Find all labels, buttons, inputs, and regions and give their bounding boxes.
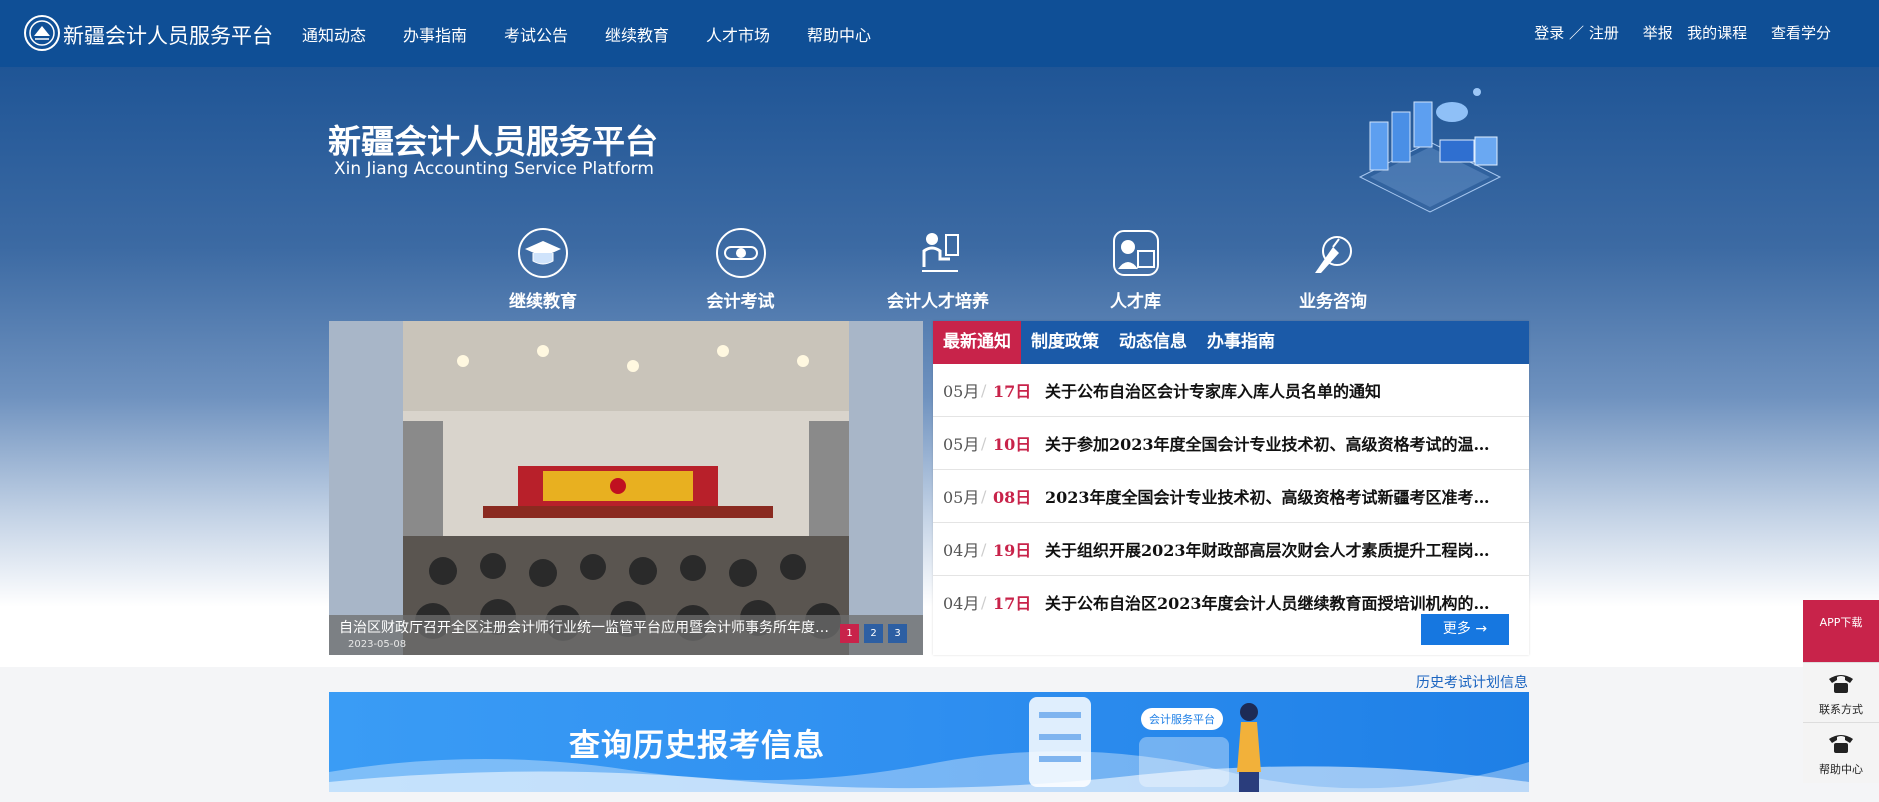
graduation-cap-icon (518, 228, 568, 278)
news-day: 08日 (993, 488, 1032, 507)
news-month: 05月 (943, 382, 980, 401)
date-separator: / (981, 592, 987, 612)
category-label: 业务咨询 (1299, 292, 1367, 312)
category-accounting-exam[interactable]: 会计考试 (676, 227, 806, 312)
tab-policies[interactable]: 制度政策 (1021, 321, 1109, 364)
help-center-label: 帮助中心 (1819, 763, 1863, 776)
data-center-illustration-icon (1358, 88, 1502, 213)
news-list: 05月 / 17日 关于公布自治区会计专家库入库人员名单的通知 05月 / 10… (933, 364, 1529, 628)
date-separator: / (981, 539, 987, 559)
my-courses-link[interactable]: 我的课程 (1687, 24, 1747, 42)
banner-title: 查询历史报考信息 (569, 728, 825, 764)
carousel-caption[interactable]: 自治区财政厅召开全区注册会计师行业统一监管平台应用暨会计师事务所年度… (339, 617, 839, 637)
site-name[interactable]: 新疆会计人员服务平台 (63, 20, 273, 50)
register-link[interactable]: 注册 (1589, 24, 1619, 42)
news-title[interactable]: 关于组织开展2023年财政部高层次财会人才素质提升工程岗… (1045, 537, 1513, 561)
user-links: 登录 ／ 注册 举报 我的课程 查看学分 (1534, 22, 1831, 43)
category-label: 继续教育 (509, 292, 577, 312)
report-link[interactable]: 举报 (1643, 24, 1673, 42)
contact-button[interactable]: 联系方式 (1803, 662, 1879, 723)
date-separator: / (981, 486, 987, 506)
banner-badge: 会计服务平台 (1141, 708, 1223, 730)
tab-service-guide[interactable]: 办事指南 (1197, 321, 1285, 364)
main-nav: 通知动态 办事指南 考试公告 继续教育 人才市场 帮助中心 (302, 22, 908, 46)
carousel-page-2[interactable]: 2 (864, 624, 883, 643)
hero-title: 新疆会计人员服务平台 (328, 122, 658, 161)
pen-consult-icon (1315, 236, 1352, 273)
phone-icon (1829, 675, 1853, 693)
contact-label: 联系方式 (1819, 703, 1863, 716)
platform-logo-icon[interactable] (24, 15, 60, 51)
carousel-pagination: 1 2 3 (840, 624, 907, 643)
nav-item-talent-market[interactable]: 人才市场 (706, 22, 807, 46)
news-month: 05月 (943, 435, 980, 454)
app-download-button[interactable]: APP下载 (1803, 600, 1879, 662)
help-center-button[interactable]: 帮助中心 (1803, 722, 1879, 783)
view-credits-link[interactable]: 查看学分 (1771, 24, 1831, 42)
news-photo-carousel[interactable]: 自治区财政厅召开全区注册会计师行业统一监管平台应用暨会计师事务所年度… 2023… (329, 321, 923, 655)
news-day: 19日 (993, 541, 1032, 560)
phone-icon (1829, 735, 1853, 753)
news-panel: 最新通知 制度政策 动态信息 办事指南 05月 / 17日 关于公布自治区会计专… (933, 321, 1529, 655)
top-navigation-bar: 新疆会计人员服务平台 通知动态 办事指南 考试公告 继续教育 人才市场 帮助中心… (0, 0, 1879, 67)
category-label: 会计考试 (706, 292, 775, 312)
nav-item-notices[interactable]: 通知动态 (302, 22, 403, 46)
nav-item-guide[interactable]: 办事指南 (403, 22, 504, 46)
login-link[interactable]: 登录 (1534, 24, 1564, 42)
category-business-consulting[interactable]: 业务咨询 (1268, 227, 1398, 312)
news-day: 17日 (993, 594, 1032, 613)
category-continuing-education[interactable]: 继续教育 (478, 227, 608, 312)
news-item[interactable]: 04月 / 19日 关于组织开展2023年财政部高层次财会人才素质提升工程岗… (933, 523, 1529, 576)
app-download-label: APP下载 (1819, 616, 1863, 629)
tab-latest-notices[interactable]: 最新通知 (933, 321, 1021, 364)
exam-scroll-icon (715, 228, 766, 278)
news-title[interactable]: 关于公布自治区会计专家库入库人员名单的通知 (1045, 378, 1513, 402)
person-at-desk-icon (922, 233, 959, 272)
carousel-page-1[interactable]: 1 (840, 624, 859, 643)
news-item[interactable]: 05月 / 10日 关于参加2023年度全国会计专业技术初、高级资格考试的温… (933, 417, 1529, 470)
more-button[interactable]: 更多 → (1421, 614, 1509, 645)
history-exam-plan-link[interactable]: 历史考试计划信息 (1416, 672, 1528, 692)
news-day: 17日 (993, 382, 1032, 401)
news-item[interactable]: 05月 / 17日 关于公布自治区会计专家库入库人员名单的通知 (933, 364, 1529, 417)
carousel-caption-bar: 自治区财政厅召开全区注册会计师行业统一监管平台应用暨会计师事务所年度… 2023… (329, 615, 923, 655)
carousel-page-3[interactable]: 3 (888, 624, 907, 643)
id-card-icon (1112, 230, 1159, 276)
hero-subtitle: Xin Jiang Accounting Service Platform (334, 159, 654, 179)
news-month: 04月 (943, 541, 980, 560)
wave-decoration (329, 697, 1529, 792)
category-label: 会计人才培养 (887, 292, 989, 312)
meeting-photo (403, 321, 849, 655)
news-title[interactable]: 关于参加2023年度全国会计专业技术初、高级资格考试的温… (1045, 431, 1513, 455)
news-month: 04月 (943, 594, 980, 613)
news-day: 10日 (993, 435, 1032, 454)
date-separator: / (981, 433, 987, 453)
news-title[interactable]: 关于公布自治区2023年度会计人员继续教育面授培训机构的… (1045, 590, 1513, 614)
category-talent-pool[interactable]: 人才库 (1071, 227, 1201, 312)
carousel-date: 2023-05-08 (348, 639, 407, 650)
nav-item-help-center[interactable]: 帮助中心 (807, 22, 908, 46)
date-separator: / (981, 380, 987, 400)
category-talent-training[interactable]: 会计人才培养 (873, 227, 1003, 312)
nav-item-continuing-education[interactable]: 继续教育 (605, 22, 706, 46)
news-tabs: 最新通知 制度政策 动态信息 办事指南 (933, 321, 1529, 364)
service-categories: 继续教育 会计考试 会计人才培养 人才库 业务咨询 (478, 227, 1398, 312)
history-query-banner[interactable]: 查询历史报考信息 会计服务平台 (329, 692, 1529, 792)
nav-item-exam-announcements[interactable]: 考试公告 (504, 22, 605, 46)
news-title[interactable]: 2023年度全国会计专业技术初、高级资格考试新疆考区准考… (1045, 484, 1513, 508)
separator: ／ (1569, 24, 1585, 42)
news-month: 05月 (943, 488, 980, 507)
tab-updates[interactable]: 动态信息 (1109, 321, 1197, 364)
news-item[interactable]: 05月 / 08日 2023年度全国会计专业技术初、高级资格考试新疆考区准考… (933, 470, 1529, 523)
category-label: 人才库 (1110, 292, 1161, 312)
